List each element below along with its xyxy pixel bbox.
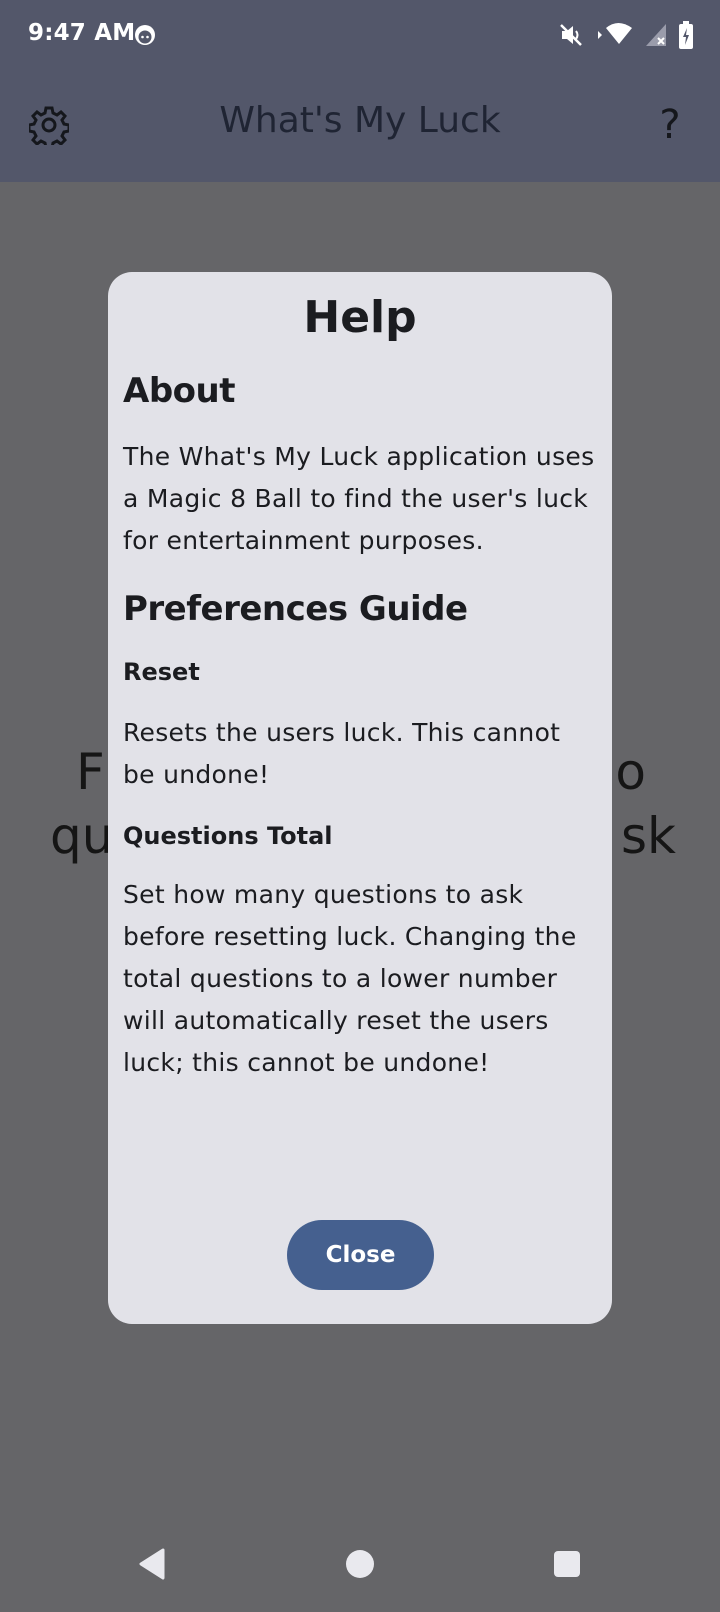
help-button[interactable]: ?	[650, 98, 690, 152]
top-app-bar: What's My Luck ?	[0, 72, 720, 182]
recents-button[interactable]	[545, 1542, 589, 1586]
questions-heading: Questions Total	[123, 822, 333, 850]
home-button[interactable]	[338, 1542, 382, 1586]
status-time: 9:47 AM	[28, 20, 136, 46]
prompt-fragment: o	[615, 743, 646, 801]
prompt-fragment: sk	[620, 807, 676, 865]
about-heading: About	[123, 371, 235, 411]
dialog-title: Help	[303, 292, 417, 343]
reset-text: Resets the users luck. This cannot be un…	[123, 718, 561, 789]
status-bar: 9:47 AM	[0, 0, 720, 72]
prompt-fragment: F	[76, 743, 105, 801]
back-icon	[139, 1548, 165, 1580]
wifi-icon	[594, 22, 634, 48]
close-button[interactable]: Close	[287, 1220, 434, 1290]
notification-face-icon	[134, 24, 156, 46]
navigation-bar	[0, 1516, 720, 1612]
recents-icon	[554, 1551, 580, 1577]
preferences-heading: Preferences Guide	[123, 589, 468, 629]
home-icon	[346, 1550, 374, 1578]
app-title: What's My Luck	[219, 100, 501, 141]
mute-icon	[558, 22, 584, 48]
back-button[interactable]	[130, 1542, 174, 1586]
screen: 9:47 AM What's My Luck ? F o qu sk Help …	[0, 0, 720, 1612]
battery-icon	[678, 21, 694, 49]
status-icons	[558, 18, 694, 52]
about-text: The What's My Luck application uses a Ma…	[123, 442, 595, 555]
help-dialog: Help About The What's My Luck applicatio…	[108, 272, 612, 1324]
signal-icon	[644, 22, 668, 48]
questions-text: Set how many questions to ask before res…	[123, 880, 577, 1077]
reset-heading: Reset	[123, 658, 200, 686]
prompt-fragment: qu	[50, 807, 114, 865]
